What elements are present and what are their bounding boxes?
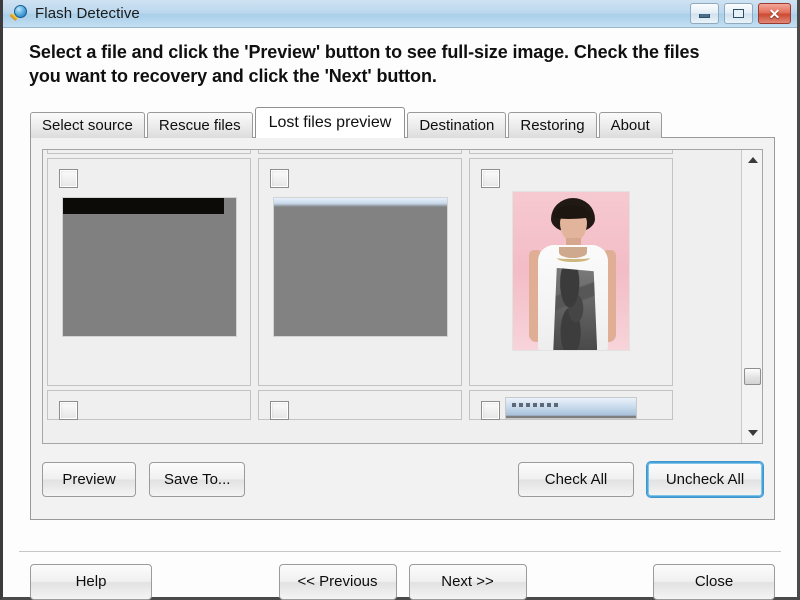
file-thumbnail-image[interactable]	[512, 190, 631, 351]
tab-restoring[interactable]: Restoring	[508, 111, 597, 138]
scroll-up-arrow-icon[interactable]	[742, 150, 762, 170]
uncheck-all-button[interactable]: Uncheck All	[647, 462, 763, 498]
tab-lost-files-preview[interactable]: Lost files preview	[254, 106, 406, 138]
tab-about[interactable]: About	[598, 111, 662, 138]
close-dialog-button[interactable]: Close	[653, 563, 775, 600]
wizard-navigation-bar: Help << Previous Next >> Close	[3, 563, 797, 600]
application-window: Flash Detective ✕ Select a file and clic…	[0, 0, 800, 600]
close-icon: ✕	[768, 5, 781, 22]
list-item[interactable]	[469, 157, 674, 386]
list-item[interactable]	[47, 389, 252, 420]
preview-action-bar: Preview Save To... Check All Uncheck All	[42, 461, 763, 499]
grid-spacer	[680, 390, 738, 420]
window-controls: ✕	[690, 3, 791, 24]
close-button[interactable]: ✕	[758, 3, 791, 24]
maximize-button[interactable]	[724, 3, 753, 24]
tab-strip: Select source Rescue files Lost files pr…	[30, 106, 775, 138]
instruction-line-1: Select a file and click the 'Preview' bu…	[29, 42, 700, 62]
save-to-button[interactable]: Save To...	[149, 462, 246, 498]
thumbnail-grid-viewport	[43, 149, 741, 443]
file-checkbox[interactable]	[59, 168, 78, 188]
minimize-icon	[699, 14, 710, 18]
title-bar: Flash Detective ✕	[3, 0, 797, 28]
lost-files-preview-panel: Preview Save To... Check All Uncheck All	[30, 136, 775, 520]
table-row	[43, 156, 741, 388]
magnifier-icon	[9, 4, 29, 24]
file-thumbnail-image[interactable]	[61, 196, 237, 337]
bottom-divider	[19, 551, 781, 552]
file-checkbox[interactable]	[59, 400, 78, 420]
file-thumbnail-scroll-area	[42, 148, 763, 444]
tab-select-source[interactable]: Select source	[30, 111, 145, 138]
scrollbar-thumb[interactable]	[744, 367, 761, 385]
file-thumbnail-image[interactable]	[272, 196, 448, 337]
vertical-scrollbar[interactable]	[741, 149, 762, 443]
table-row	[43, 388, 741, 422]
file-thumbnail-image[interactable]	[505, 396, 638, 419]
file-checkbox[interactable]	[481, 168, 501, 188]
instruction-text: Select a file and click the 'Preview' bu…	[3, 28, 797, 99]
grid-spacer	[680, 150, 738, 154]
help-button[interactable]: Help	[30, 563, 152, 600]
maximize-icon	[733, 9, 744, 18]
list-item[interactable]	[258, 389, 463, 420]
list-item[interactable]	[258, 157, 463, 386]
list-item[interactable]	[469, 149, 674, 154]
grid-spacer	[680, 158, 738, 386]
minimize-button[interactable]	[690, 3, 719, 24]
file-checkbox[interactable]	[481, 400, 501, 420]
instruction-line-2: you want to recovery and click the 'Next…	[29, 65, 437, 86]
window-title: Flash Detective	[35, 5, 140, 22]
list-item[interactable]	[47, 149, 252, 154]
list-item[interactable]	[47, 157, 252, 386]
file-checkbox[interactable]	[270, 168, 290, 188]
previous-button[interactable]: << Previous	[278, 563, 397, 600]
check-all-button[interactable]: Check All	[518, 462, 634, 498]
photo-necklace	[557, 254, 591, 262]
tab-rescue-files[interactable]: Rescue files	[146, 111, 253, 138]
file-checkbox[interactable]	[270, 400, 290, 420]
next-button[interactable]: Next >>	[408, 563, 527, 600]
tab-destination[interactable]: Destination	[407, 111, 507, 138]
list-item[interactable]	[469, 389, 674, 420]
preview-button[interactable]: Preview	[42, 462, 136, 498]
photo-shirt-print	[553, 267, 598, 350]
list-item[interactable]	[258, 149, 463, 154]
scroll-down-arrow-icon[interactable]	[742, 423, 762, 443]
